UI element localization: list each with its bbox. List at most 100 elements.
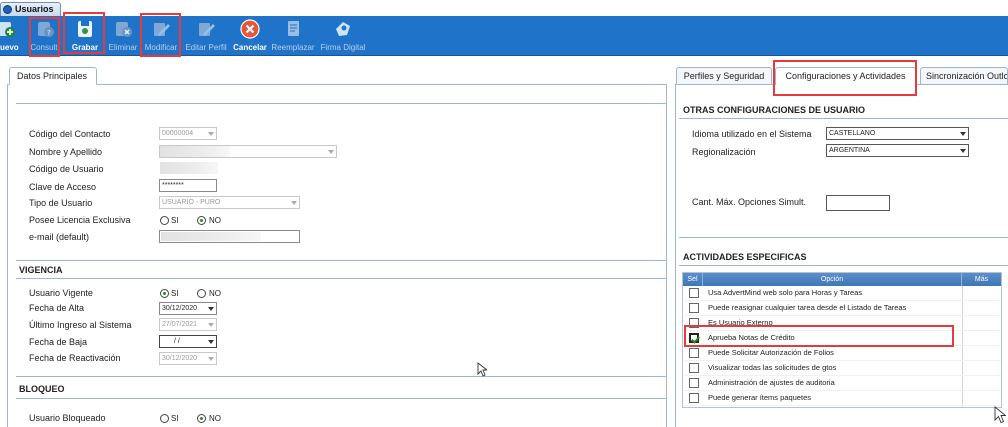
divider xyxy=(16,260,666,261)
checkbox[interactable] xyxy=(689,393,699,403)
codigo-contacto-value: 00000004 xyxy=(162,130,194,137)
tipo-usuario-value: USUARIO - PURO xyxy=(162,199,221,206)
fecha-alta-value: 30/12/2020 xyxy=(162,305,198,312)
checkbox[interactable] xyxy=(689,378,699,388)
licencia-si-label: SI xyxy=(171,216,179,225)
new-button-label: uevo xyxy=(0,43,19,52)
checkbox[interactable] xyxy=(689,303,699,313)
cancel-button[interactable]: Cancelar xyxy=(232,16,268,56)
edit-profile-button[interactable]: Editar Perfil xyxy=(184,16,228,56)
mouse-cursor-icon xyxy=(477,362,487,377)
highlight-modify xyxy=(140,13,181,57)
digital-signature-icon xyxy=(336,22,350,36)
divider xyxy=(679,265,1008,266)
password-value: ******** xyxy=(162,182,184,189)
label-cant-max: Cant. Máx. Opciones Simult. xyxy=(692,197,807,207)
digital-signature-button[interactable]: Firma Digital xyxy=(318,16,368,56)
checkbox[interactable] xyxy=(689,363,699,373)
chevron-down-icon xyxy=(208,132,214,136)
grid-row-label: Visualizar todas las solicitudes de gtos xyxy=(708,363,837,372)
tab-perfiles-seguridad[interactable]: Perfiles y Seguridad xyxy=(676,67,772,84)
label-idioma: Idioma utilizado en el Sistema xyxy=(692,129,812,139)
col-mas[interactable]: Más xyxy=(962,273,1001,286)
fecha-reactivacion-input[interactable]: 30/12/2020 xyxy=(159,352,217,365)
password-input[interactable]: ******** xyxy=(159,179,217,192)
col-sel[interactable]: Sel xyxy=(683,273,703,286)
grid-header: Sel Opción Más xyxy=(683,273,1001,286)
fecha-baja-value: / / xyxy=(174,338,180,345)
label-clave-acceso: Clave de Acceso xyxy=(29,182,97,192)
highlight-config-tab xyxy=(773,60,917,96)
window-tab[interactable]: Usuarios xyxy=(0,2,61,16)
grid-row[interactable]: Usa AdvertMind web solo para Horas y Tar… xyxy=(683,286,1001,301)
redacted-user-code xyxy=(160,162,218,174)
highlight-save xyxy=(63,12,105,54)
col-opcion[interactable]: Opción xyxy=(703,273,962,286)
vigente-si-label: SI xyxy=(171,289,179,298)
divider xyxy=(16,278,666,279)
idioma-select[interactable]: CASTELLANO xyxy=(826,127,969,140)
bloqueado-si-radio[interactable] xyxy=(160,414,169,423)
grid-row-label: Usa AdvertMind web solo para Horas y Tar… xyxy=(708,288,863,297)
fecha-baja-input[interactable]: / / xyxy=(159,335,217,348)
checkbox[interactable] xyxy=(689,348,699,358)
chevron-down-icon xyxy=(291,201,297,205)
ultimo-ingreso-input[interactable]: 27/07/2021 xyxy=(159,318,217,331)
grid-row[interactable]: Puede reasignar cualquier tarea desde el… xyxy=(683,301,1001,316)
licencia-si-radio[interactable] xyxy=(160,216,169,225)
codigo-contacto-select[interactable]: 00000004 xyxy=(159,127,217,140)
label-licencia: Posee Licencia Exclusiva xyxy=(29,215,131,225)
new-icon xyxy=(0,22,15,37)
delete-button-label: Eliminar xyxy=(108,43,138,52)
grid-row[interactable]: Puede Solicitar Autorización de Folios xyxy=(683,346,1001,361)
label-codigo-usuario: Código de Usuario xyxy=(29,164,104,174)
grid-row[interactable]: Visualizar todas las solicitudes de gtos xyxy=(683,361,1001,376)
tab-datos-principales-label: Datos Principales xyxy=(17,71,88,81)
label-email: e-mail (default) xyxy=(29,232,90,242)
label-nombre-apellido: Nombre y Apellido xyxy=(29,147,103,157)
tab-perfiles-label: Perfiles y Seguridad xyxy=(683,71,765,81)
divider xyxy=(16,398,666,399)
licencia-no-radio[interactable] xyxy=(197,216,206,225)
replace-button[interactable]: Reemplazar xyxy=(270,16,316,56)
chevron-down-icon xyxy=(208,307,214,311)
cant-max-input[interactable] xyxy=(826,195,890,211)
cancel-icon xyxy=(240,19,260,39)
chevron-down-icon xyxy=(208,340,214,344)
bloqueado-no-radio[interactable] xyxy=(197,414,206,423)
label-fecha-reactivacion: Fecha de Reactivación xyxy=(29,353,121,363)
mouse-cursor-icon xyxy=(994,406,1006,424)
highlight-consult xyxy=(29,17,60,57)
label-codigo-contacto: Código del Contacto xyxy=(29,129,111,139)
tipo-usuario-select[interactable]: USUARIO - PURO xyxy=(159,196,300,209)
grid-row-label: Puede generar ítems paquetes xyxy=(708,393,811,402)
grid-row-label: Administración de ajustes de auditoria xyxy=(708,378,835,387)
highlight-aprueba-notas xyxy=(684,325,954,347)
bloqueado-si-label: SI xyxy=(171,414,179,423)
grid-row-label: Puede reasignar cualquier tarea desde el… xyxy=(708,303,907,312)
vigente-no-radio[interactable] xyxy=(197,289,206,298)
chevron-down-icon xyxy=(328,150,334,154)
regionalizacion-value: ARGENTINA xyxy=(829,147,870,154)
tab-datos-principales[interactable]: Datos Principales xyxy=(9,67,97,85)
divider xyxy=(16,103,666,104)
regionalizacion-select[interactable]: ARGENTINA xyxy=(826,144,969,157)
vigente-si-radio[interactable] xyxy=(160,289,169,298)
grid-row[interactable]: Administración de ajustes de auditoria xyxy=(683,376,1001,391)
checkbox[interactable] xyxy=(689,288,699,298)
tab-sincronizacion[interactable]: Sincronización Outlo xyxy=(920,67,1008,84)
chevron-down-icon xyxy=(960,132,966,136)
chevron-down-icon xyxy=(960,149,966,153)
delete-button[interactable]: Eliminar xyxy=(107,16,139,56)
label-ultimo-ingreso: Último Ingreso al Sistema xyxy=(29,320,132,330)
fecha-alta-input[interactable]: 30/12/2020 xyxy=(159,302,217,315)
edit-profile-icon xyxy=(199,23,215,36)
new-button[interactable]: uevo xyxy=(0,16,20,56)
grid-row[interactable]: Puede generar ítems paquetes xyxy=(683,391,1001,406)
redacted-name xyxy=(160,146,230,157)
label-regionalizacion: Regionalización xyxy=(692,147,756,157)
app-logo-icon xyxy=(3,5,12,14)
vigente-no-label: NO xyxy=(209,289,221,298)
chevron-down-icon xyxy=(208,357,214,361)
edit-profile-button-label: Editar Perfil xyxy=(185,43,227,52)
